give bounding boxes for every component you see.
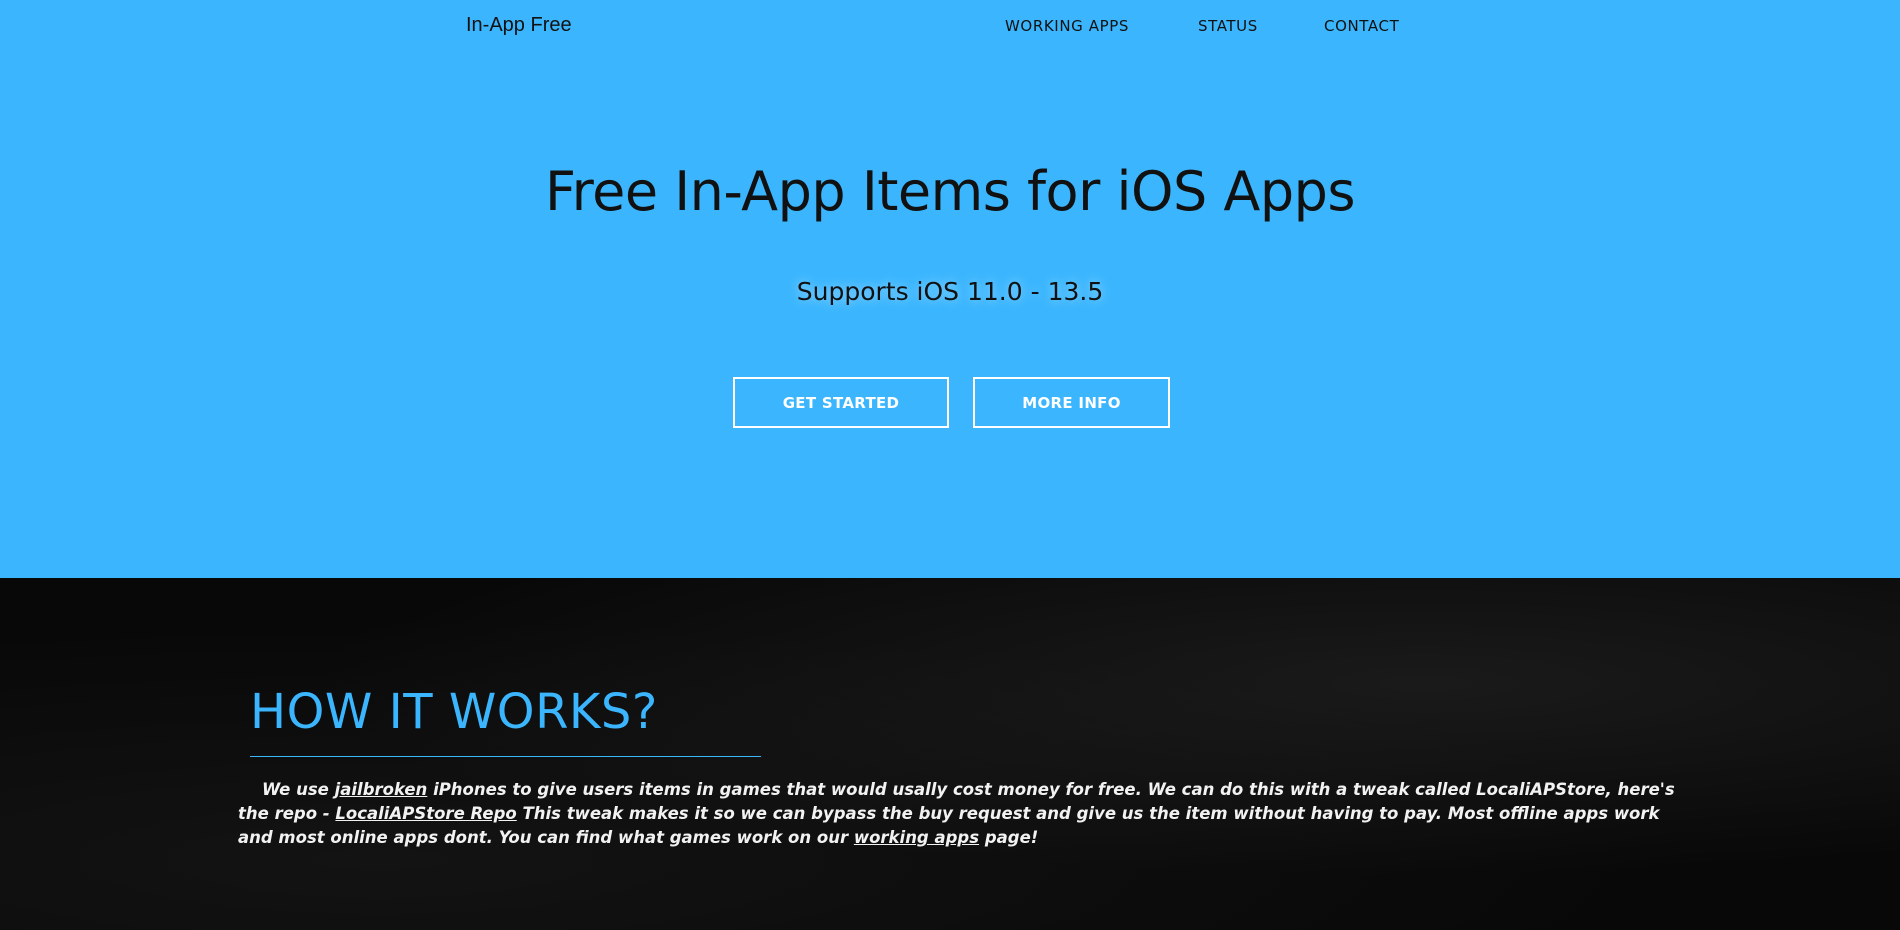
main-nav: WORKING APPS STATUS CONTACT [0, 17, 1900, 41]
how-it-works-paragraph: We use jailbroken iPhones to give users … [238, 778, 1678, 850]
nav-contact[interactable]: CONTACT [1324, 17, 1399, 35]
how-it-works-section: HOW IT WORKS? We use jailbroken iPhones … [0, 578, 1900, 930]
jailbroken-link[interactable]: jailbroken [335, 780, 428, 799]
hero-title: Free In-App Items for iOS Apps [544, 160, 1356, 223]
working-apps-link[interactable]: working apps [854, 828, 979, 847]
text-segment: We use [262, 780, 329, 799]
get-started-button[interactable]: GET STARTED [733, 377, 949, 428]
hero-section: In-App Free WORKING APPS STATUS CONTACT … [0, 0, 1900, 578]
nav-status[interactable]: STATUS [1198, 17, 1258, 35]
repo-link[interactable]: LocaliAPStore Repo [335, 804, 516, 823]
how-it-works-heading: HOW IT WORKS? [250, 684, 658, 740]
text-segment: page! [984, 828, 1039, 847]
heading-underline [250, 756, 761, 757]
more-info-button[interactable]: MORE INFO [973, 377, 1170, 428]
hero-subtitle: Supports iOS 11.0 - 13.5 [796, 277, 1104, 306]
nav-working-apps[interactable]: WORKING APPS [1005, 17, 1129, 35]
